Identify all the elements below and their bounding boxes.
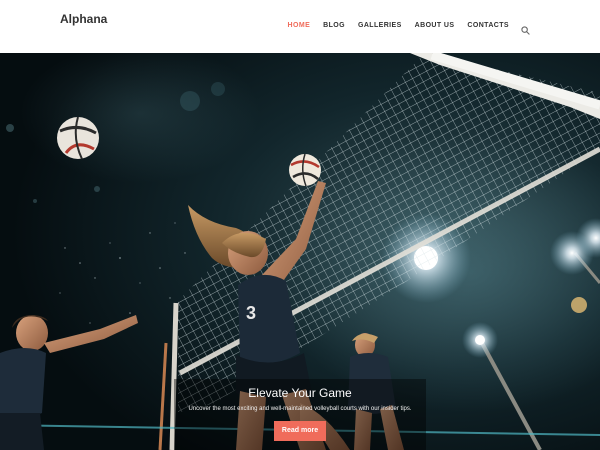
hero-title: Elevate Your Game <box>248 386 352 400</box>
hero-banner: 3 Elevate Your Game Uncover the most exc… <box>0 53 600 450</box>
nav-item-home[interactable]: HOME <box>288 21 311 31</box>
svg-text:3: 3 <box>246 303 256 323</box>
page: Alphana HOME BLOG GALLERIES ABOUT US CON… <box>0 0 600 450</box>
site-header: Alphana HOME BLOG GALLERIES ABOUT US CON… <box>0 0 600 53</box>
nav-item-blog[interactable]: BLOG <box>323 21 345 31</box>
nav-item-about-us[interactable]: ABOUT US <box>415 21 455 31</box>
nav-item-galleries[interactable]: GALLERIES <box>358 21 402 31</box>
main-nav: HOME BLOG GALLERIES ABOUT US CONTACTS <box>288 21 530 35</box>
search-icon[interactable] <box>521 22 530 35</box>
volleyball-left <box>57 116 99 160</box>
site-logo[interactable]: Alphana <box>60 12 107 26</box>
nav-item-contacts[interactable]: CONTACTS <box>467 21 509 31</box>
read-more-button[interactable]: Read more <box>274 421 326 441</box>
hero-subtitle: Uncover the most exciting and well-maint… <box>188 406 412 412</box>
volleyball-main <box>289 153 321 187</box>
hero-caption: Elevate Your Game Uncover the most excit… <box>174 379 426 450</box>
